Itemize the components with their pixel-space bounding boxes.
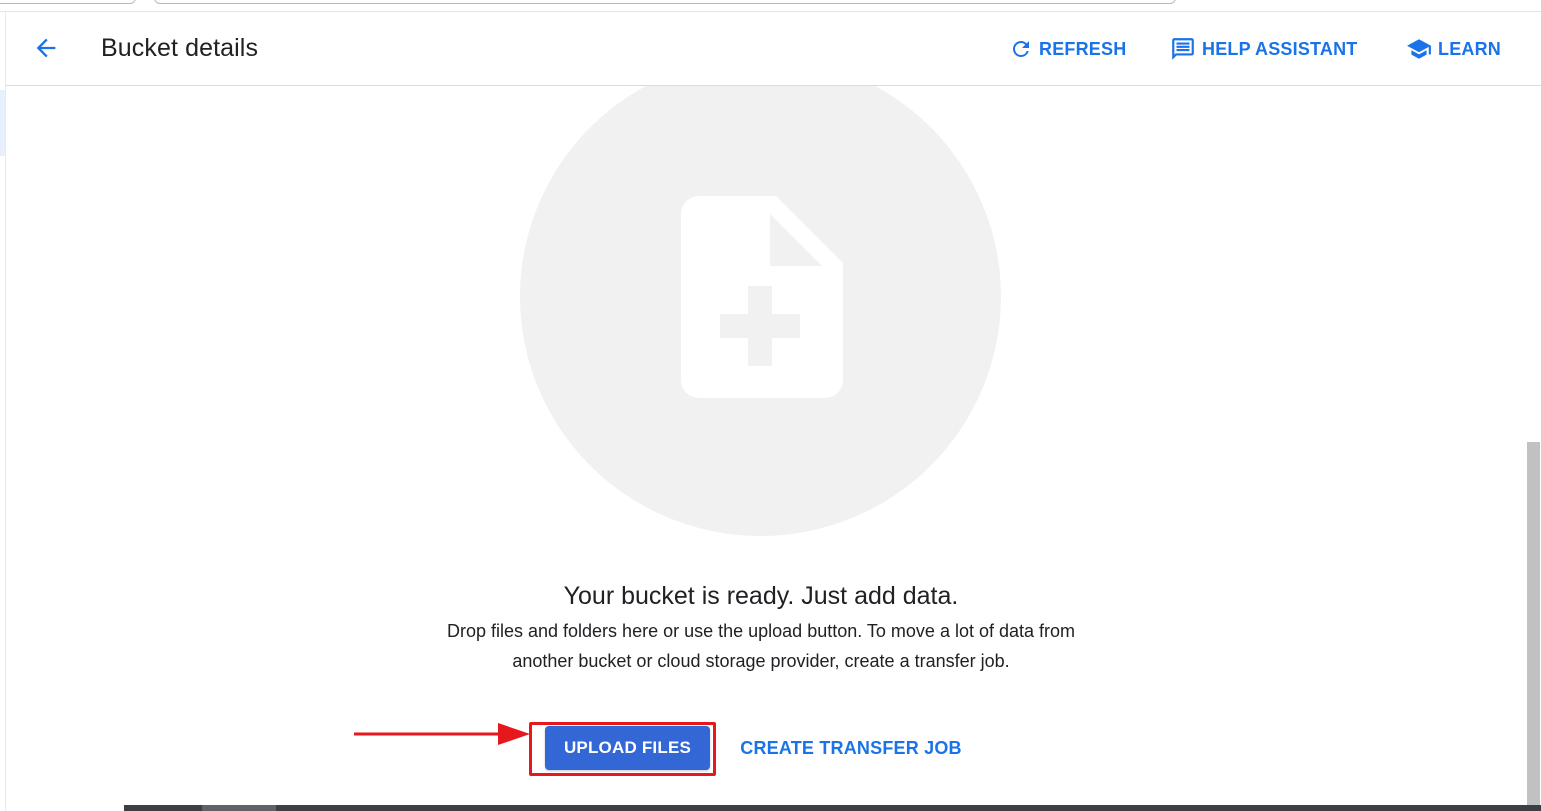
vertical-scrollbar-thumb[interactable] (1526, 442, 1541, 805)
bottom-panel-strip (124, 805, 1541, 811)
help-assistant-icon (1170, 36, 1196, 62)
learn-button[interactable]: LEARN (1406, 34, 1501, 64)
learn-label: LEARN (1438, 38, 1501, 59)
create-transfer-job-button[interactable]: CREATE TRANSFER JOB (735, 726, 967, 770)
school-icon (1406, 36, 1432, 62)
help-assistant-button[interactable]: HELP ASSISTANT (1170, 34, 1357, 64)
refresh-button[interactable]: REFRESH (1009, 34, 1126, 64)
page-root: Bucket details REFRESH HELP ASSISTANT LE… (0, 0, 1541, 811)
refresh-icon (1009, 37, 1033, 61)
page-header: Bucket details REFRESH HELP ASSISTANT LE… (6, 12, 1541, 86)
empty-state-description: Drop files and folders here or use the u… (411, 616, 1111, 676)
left-nav-active-item[interactable] (0, 90, 5, 156)
page-title: Bucket details (101, 34, 259, 62)
empty-state-description-line1: Drop files and folders here or use the u… (446, 621, 1076, 641)
bottom-panel-handle[interactable] (202, 805, 276, 811)
browser-chrome-strip (0, 0, 1541, 12)
help-assistant-label: HELP ASSISTANT (1202, 38, 1358, 59)
back-button[interactable] (26, 32, 66, 68)
empty-state-description-line2: another bucket or cloud storage provider… (512, 651, 1010, 671)
upload-files-button[interactable]: UPLOAD FILES (545, 726, 710, 770)
refresh-label: REFRESH (1039, 38, 1127, 59)
browser-tab-edge[interactable] (0, 0, 136, 4)
arrow-back-icon (32, 34, 60, 67)
browser-omnibox-edge[interactable] (154, 0, 1176, 4)
empty-state-title: Your bucket is ready. Just add data. (563, 582, 959, 610)
file-add-icon (681, 196, 843, 398)
bucket-empty-state[interactable]: Your bucket is ready. Just add data. Dro… (6, 86, 1526, 805)
